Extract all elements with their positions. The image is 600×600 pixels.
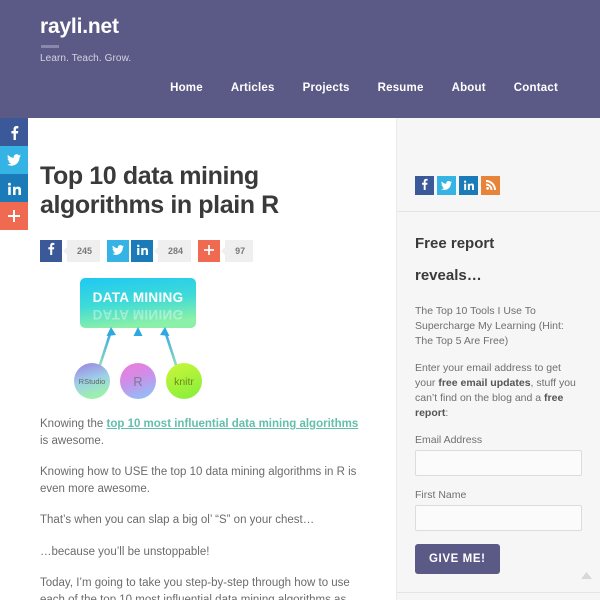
sidebar-divider-1 — [397, 211, 600, 212]
share-linkedin-button[interactable] — [131, 240, 154, 262]
brand-tagline: Learn. Teach. Grow. — [40, 53, 132, 64]
paragraph-1-text-b: is awesome. — [40, 434, 104, 447]
brand[interactable]: rayli.net Learn. Teach. Grow. — [40, 14, 131, 64]
rss-icon — [485, 177, 496, 195]
main-content: Top 10 data mining algorithms in plain R… — [0, 118, 396, 600]
sidebar-facebook-link[interactable] — [415, 176, 434, 195]
sidebar: Free report reveals… The Top 10 Tools I … — [396, 118, 600, 600]
paragraph-3: That’s when you can slap a big ol’ “S” o… — [40, 514, 315, 526]
data-mining-diagram: DATA MINING DATA MINING RStudio R knitr — [74, 278, 202, 399]
share-count-facebook: 245 — [62, 240, 101, 262]
facebook-icon — [421, 177, 428, 195]
share-addthis-button[interactable] — [198, 240, 221, 262]
nav-item-contact[interactable]: Contact — [500, 82, 572, 94]
first-name-field[interactable] — [415, 505, 582, 531]
main-navigation: Home Articles Projects Resume About Cont… — [156, 82, 572, 94]
email-field-label: Email Address — [415, 434, 483, 446]
sidebar-widget-title-line2: reveals… — [415, 267, 482, 284]
nav-item-projects[interactable]: Projects — [289, 82, 364, 94]
nav-item-home[interactable]: Home — [156, 82, 217, 94]
paragraph-4: …because you’ll be unstoppable! — [40, 545, 210, 558]
brand-title: rayli.net — [40, 15, 119, 38]
nav-item-resume[interactable]: Resume — [364, 82, 438, 94]
twitter-icon — [7, 154, 21, 166]
page-root: rayli.net Learn. Teach. Grow. Home Artic… — [0, 0, 600, 600]
first-name-field-label: First Name — [415, 489, 467, 501]
post-featured-image[interactable]: DATA MINING DATA MINING RStudio R knitr — [49, 276, 227, 400]
diagram-box-label: DATA MINING — [93, 290, 184, 305]
linkedin-icon — [463, 177, 474, 195]
share-count-addthis: 97 — [221, 240, 254, 262]
sidebar-twitter-link[interactable] — [437, 176, 456, 195]
share-rail-linkedin-button[interactable] — [0, 174, 28, 202]
post-body: Knowing the top 10 most influential data… — [40, 416, 368, 600]
share-facebook-button[interactable] — [40, 240, 62, 262]
share-rail-twitter-button[interactable] — [0, 146, 28, 174]
diagram-node-rstudio-label: RStudio — [79, 377, 106, 386]
signup-text-c: : — [445, 407, 449, 419]
sidebar-widget-free-report: Free report reveals… The Top 10 Tools I … — [415, 228, 582, 574]
sidebar-rss-link[interactable] — [481, 176, 500, 195]
sidebar-linkedin-link[interactable] — [459, 176, 478, 195]
twitter-icon — [112, 242, 125, 260]
chevron-up-icon — [581, 572, 592, 579]
signup-bold-updates: free email updates — [438, 377, 531, 389]
diagram-node-knitr-label: knitr — [174, 376, 194, 388]
scroll-to-top-button[interactable] — [580, 568, 593, 579]
share-rail-facebook-button[interactable] — [0, 118, 28, 146]
facebook-icon — [10, 125, 19, 140]
submit-button[interactable]: GIVE ME! — [415, 544, 500, 574]
paragraph-5-text-a: Today, I’m going to take you step-by-ste… — [40, 577, 350, 600]
sidebar-report-description: The Top 10 Tools I Use To Supercharge My… — [415, 305, 564, 347]
paragraph-1-text-a: Knowing the — [40, 418, 107, 430]
page-title: Top 10 data mining algorithms in plain R — [40, 162, 279, 219]
inline-share-bar: 245 284 97 — [40, 240, 368, 262]
share-twitter-button[interactable] — [107, 240, 130, 262]
floating-share-rail — [0, 118, 28, 230]
share-rail-more-button[interactable] — [0, 202, 28, 230]
paragraph-5: Today, I’m going to take you step-by-ste… — [40, 575, 368, 600]
share-count-twitter-linkedin: 284 — [154, 240, 192, 262]
sidebar-social-links — [415, 118, 582, 211]
plus-icon — [8, 210, 20, 222]
sidebar-signup-description: Enter your email address to get your fre… — [415, 361, 582, 421]
linkedin-icon — [7, 182, 21, 195]
sidebar-divider-2 — [397, 592, 600, 593]
sidebar-widget-title-line1: Free report — [415, 235, 495, 252]
site-header: rayli.net Learn. Teach. Grow. Home Artic… — [0, 0, 600, 118]
nav-item-articles[interactable]: Articles — [217, 82, 289, 94]
brand-divider — [41, 45, 59, 48]
paragraph-1: Knowing the top 10 most influential data… — [40, 416, 368, 449]
facebook-icon — [47, 242, 55, 260]
twitter-icon — [441, 177, 452, 195]
linkedin-icon — [136, 242, 148, 260]
nav-item-about[interactable]: About — [438, 82, 500, 94]
paragraph-2: Knowing how to USE the top 10 data minin… — [40, 466, 357, 495]
link-top-10-algorithms[interactable]: top 10 most influential data mining algo… — [107, 418, 359, 430]
diagram-node-r-label: R — [133, 374, 142, 389]
plus-icon — [204, 242, 215, 260]
email-field[interactable] — [415, 450, 582, 476]
